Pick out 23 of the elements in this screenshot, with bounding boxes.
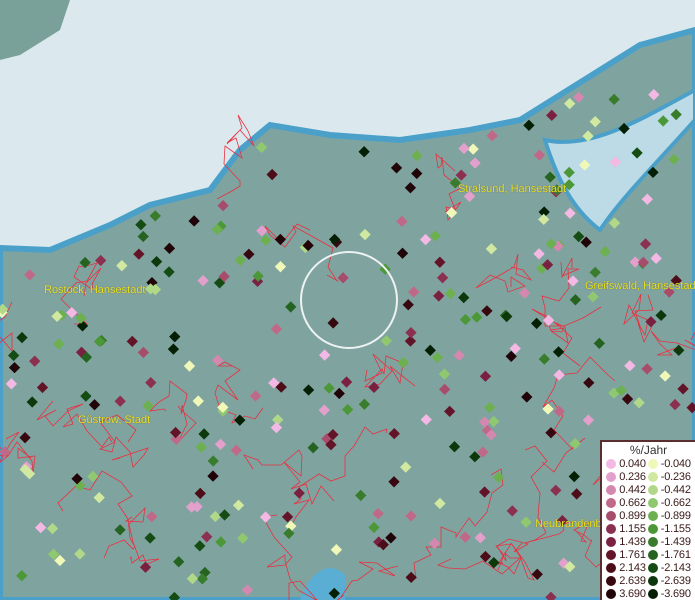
legend-value: -1.761 bbox=[660, 548, 691, 560]
legend-value: -2.639 bbox=[660, 574, 691, 586]
legend-title: %/Jahr bbox=[630, 443, 668, 457]
legend-value: -3.690 bbox=[660, 588, 691, 600]
legend-value: -0.662 bbox=[660, 496, 691, 508]
legend-value: 1.761 bbox=[619, 548, 646, 560]
legend-value: 0.662 bbox=[619, 496, 646, 508]
legend-value: 0.442 bbox=[619, 484, 646, 496]
legend-value: 0.040 bbox=[619, 458, 646, 470]
legend-value: -2.143 bbox=[660, 562, 691, 574]
legend-value: 0.899 bbox=[619, 510, 646, 522]
legend-value: -1.439 bbox=[660, 536, 691, 548]
legend-value: -0.040 bbox=[660, 458, 691, 470]
legend-value: -1.155 bbox=[660, 522, 691, 534]
legend-value: 0.236 bbox=[619, 470, 646, 482]
legend-value: 3.690 bbox=[619, 588, 646, 600]
legend-value: 2.639 bbox=[619, 574, 646, 586]
legend-value: -0.236 bbox=[660, 470, 691, 482]
legend-value: -0.899 bbox=[660, 510, 691, 522]
legend-value: 2.143 bbox=[619, 562, 646, 574]
legend-value: 1.439 bbox=[619, 536, 646, 548]
legend-value: 1.155 bbox=[619, 522, 646, 534]
legend-value: -0.442 bbox=[660, 484, 691, 496]
